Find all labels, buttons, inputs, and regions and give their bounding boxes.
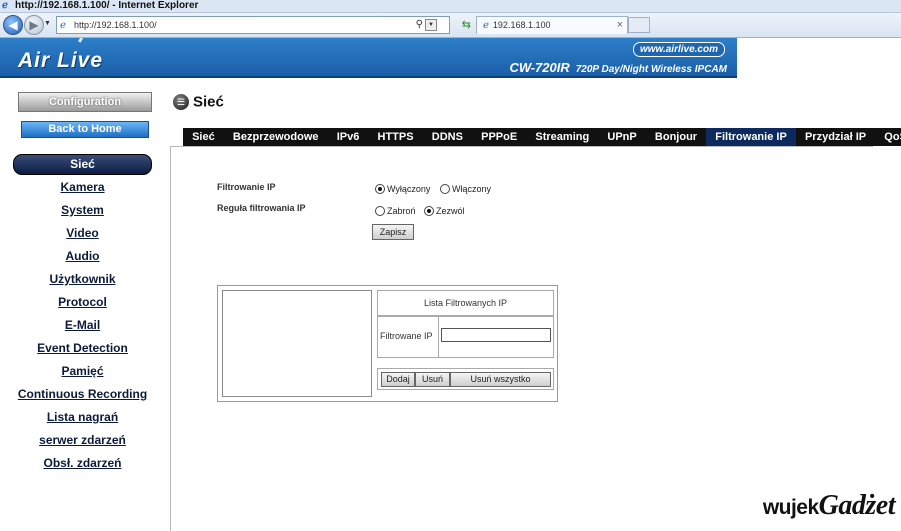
page-heading: ☰ Sieć xyxy=(173,93,224,115)
sidebar-item-audio[interactable]: Audio xyxy=(0,248,165,271)
column-divider xyxy=(438,317,439,357)
add-button[interactable]: Dodaj xyxy=(381,372,415,387)
ip-filter-table: Lista Filtrowanych IP Filtrowane IP Doda… xyxy=(217,285,558,402)
sidebar-item-email[interactable]: E-Mail xyxy=(0,317,165,340)
remove-all-button[interactable]: Usuń wszystko xyxy=(450,372,551,387)
ip-filter-disabled-label: Wyłączony xyxy=(387,184,431,194)
tab-ddns[interactable]: DDNS xyxy=(423,128,472,146)
sidebar-item-kamera[interactable]: Kamera xyxy=(0,179,165,202)
tab-filtrowanie-ip[interactable]: Filtrowanie IP xyxy=(706,128,796,146)
save-button[interactable]: Zapisz xyxy=(372,224,414,240)
tab-upnp[interactable]: UPnP xyxy=(598,128,646,146)
tab-qos[interactable]: QoS xyxy=(875,128,901,146)
network-icon: ☰ xyxy=(173,93,189,110)
filtered-ip-row: Filtrowane IP xyxy=(377,316,554,358)
sidebar-item-uzytkownik[interactable]: Użytkownik xyxy=(0,271,165,294)
watermark-logo: wujekGadżet xyxy=(762,490,896,522)
model-name: CW-720IR 720P Day/Night Wireless IPCAM xyxy=(510,60,727,75)
ip-filter-enabled-radio[interactable]: Włączony xyxy=(440,184,491,194)
sidebar-item-obsl-zdarzen[interactable]: Obsł. zdarzeń xyxy=(0,455,165,478)
rule-deny-label: Zabroń xyxy=(387,206,416,216)
tab-page-icon: ℯ xyxy=(483,20,489,31)
filtered-ip-listbox[interactable] xyxy=(222,290,372,397)
address-dropdown-icon[interactable]: ▼ xyxy=(425,19,437,31)
address-bar[interactable]: ℯ http://192.168.1.100/ ⚲ ▼ ⇆ xyxy=(56,16,471,34)
ip-filter-label: Filtrowanie IP xyxy=(217,182,276,192)
history-dropdown-icon[interactable]: ▼ xyxy=(44,20,51,27)
tab-przydzial-ip[interactable]: Przydział IP xyxy=(796,128,875,146)
sidebar-item-event-detection[interactable]: Event Detection xyxy=(0,340,165,363)
watermark-text-2: Gadżet xyxy=(818,490,896,521)
page-icon: ℯ xyxy=(60,20,66,31)
sidebar-item-video[interactable]: Video xyxy=(0,225,165,248)
sidebar-item-continuous-recording[interactable]: Continuous Recording xyxy=(0,386,165,409)
tab-siec[interactable]: Sieć xyxy=(183,128,224,146)
forward-button[interactable]: ▶ xyxy=(24,15,44,35)
settings-tab-bar: Sieć Bezprzewodowe IPv6 HTTPS DDNS PPPoE… xyxy=(183,128,901,146)
compatibility-icon[interactable]: ⇆ xyxy=(462,17,471,33)
sidebar-item-protocol[interactable]: Protocol xyxy=(0,294,165,317)
new-tab-button[interactable] xyxy=(628,17,650,33)
sidebar-item-pamiec[interactable]: Pamięć xyxy=(0,363,165,386)
address-text: http://192.168.1.100/ xyxy=(74,20,157,30)
tab-title: 192.168.1.100 xyxy=(492,20,551,30)
tab-https[interactable]: HTTPS xyxy=(368,128,422,146)
configuration-button[interactable]: Configuration xyxy=(18,92,152,112)
back-button[interactable]: ◀ xyxy=(3,15,23,35)
tab-pppoe[interactable]: PPPoE xyxy=(472,128,526,146)
rule-allow-label: Zezwól xyxy=(436,206,465,216)
search-icon[interactable]: ⚲ xyxy=(416,17,423,33)
filtered-ip-input[interactable] xyxy=(441,328,551,342)
radio-unselected-icon xyxy=(440,184,450,194)
airlive-logo: Air Live xyxy=(18,49,104,72)
tab-close-icon[interactable]: × xyxy=(617,17,623,34)
internet-explorer-icon: ℯ xyxy=(2,0,8,11)
sidebar-item-serwer-zdarzen[interactable]: serwer zdarzeń xyxy=(0,432,165,455)
model-code: CW-720IR xyxy=(509,60,570,75)
remove-button[interactable]: Usuń xyxy=(415,372,450,387)
watermark-text-1: wujek xyxy=(762,496,819,519)
rule-deny-radio[interactable]: Zabroń xyxy=(375,206,416,216)
filter-rule-label: Reguła filtrowania IP xyxy=(217,203,306,213)
model-description: 720P Day/Night Wireless IPCAM xyxy=(575,64,727,75)
filtered-ip-label: Filtrowane IP xyxy=(380,331,433,341)
tab-bonjour[interactable]: Bonjour xyxy=(646,128,706,146)
tab-ipv6[interactable]: IPv6 xyxy=(328,128,369,146)
sidebar-item-system[interactable]: System xyxy=(0,202,165,225)
window-title-bar: ℯ http://192.168.1.100/ - Internet Explor… xyxy=(0,0,901,13)
navigation-bar: ◀ ▶ ▼ ℯ http://192.168.1.100/ ⚲ ▼ ⇆ ℯ 192.… xyxy=(0,13,901,38)
ip-filter-disabled-radio[interactable]: Wyłączony xyxy=(375,184,430,194)
sidebar-menu: Kamera System Video Audio Użytkownik Pro… xyxy=(0,179,165,478)
tab-bezprzewodowe[interactable]: Bezprzewodowe xyxy=(224,128,328,146)
website-link[interactable]: www.airlive.com xyxy=(633,42,725,57)
page-title: Sieć xyxy=(193,93,224,111)
filter-action-buttons: Dodaj Usuń Usuń wszystko xyxy=(377,368,554,390)
filtered-ip-list-title: Lista Filtrowanych IP xyxy=(377,290,554,316)
camera-header-banner: Air Live www.airlive.com CW-720IR 720P Da… xyxy=(0,38,737,78)
radio-unselected-icon xyxy=(375,206,385,216)
browser-tab[interactable]: ℯ 192.168.1.100 × xyxy=(476,16,628,34)
radio-selected-icon xyxy=(375,184,385,194)
rule-allow-radio[interactable]: Zezwól xyxy=(424,206,465,216)
back-to-home-button[interactable]: Back to Home xyxy=(21,121,149,138)
tab-streaming[interactable]: Streaming xyxy=(526,128,598,146)
sidebar-item-siec[interactable]: Sieć xyxy=(13,154,152,175)
radio-selected-icon xyxy=(424,206,434,216)
sidebar-item-lista-nagran[interactable]: Lista nagrań xyxy=(0,409,165,432)
ip-filter-enabled-label: Włączony xyxy=(452,184,492,194)
window-title: http://192.168.1.100/ - Internet Explore… xyxy=(15,0,199,11)
